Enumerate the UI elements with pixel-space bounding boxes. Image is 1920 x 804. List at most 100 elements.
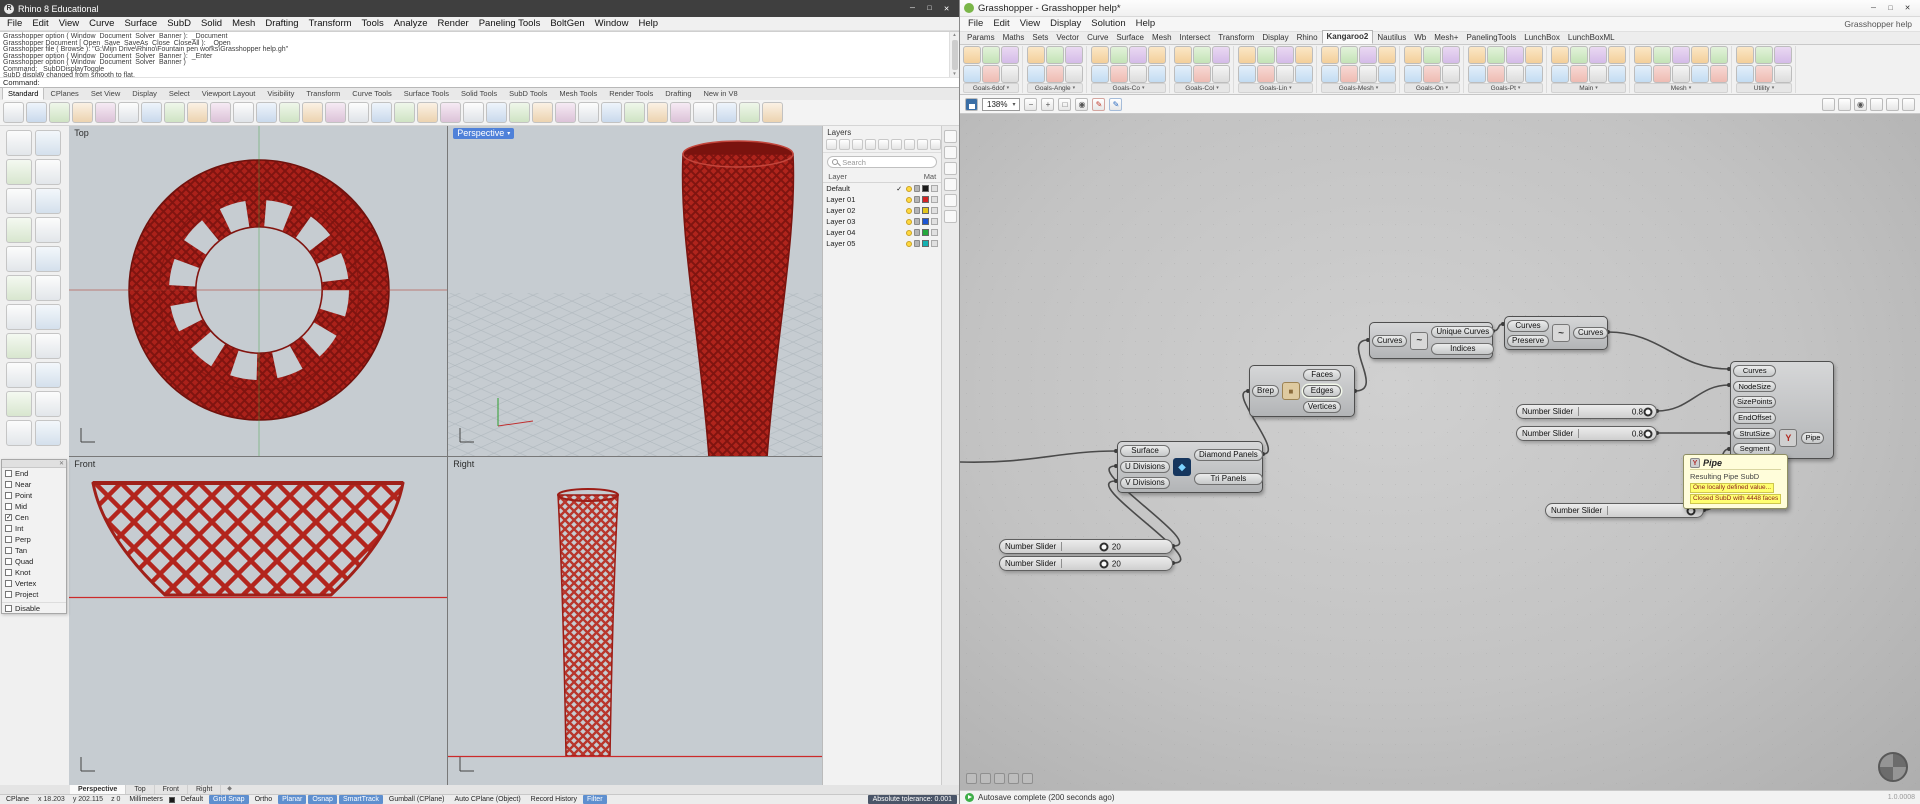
tool-icon[interactable] bbox=[35, 275, 61, 301]
layers-toolbar-icon[interactable] bbox=[865, 139, 877, 150]
close-icon[interactable] bbox=[1899, 2, 1916, 15]
layer-material-swatch[interactable] bbox=[931, 218, 939, 225]
preserve-curves-node[interactable]: Curves Preserve Curves bbox=[1504, 316, 1609, 350]
pipe-input-sizepoints[interactable]: SizePoints bbox=[1733, 396, 1777, 408]
rhino-menu-item[interactable]: Analyze bbox=[389, 17, 433, 31]
component-icon[interactable] bbox=[1487, 65, 1505, 84]
osnap-option[interactable]: Quad bbox=[2, 556, 66, 567]
canvas-widget-icon[interactable] bbox=[1022, 773, 1033, 784]
layer-color-swatch[interactable] bbox=[922, 218, 930, 225]
save-icon[interactable] bbox=[965, 97, 978, 111]
toolbar-icon[interactable] bbox=[693, 102, 714, 123]
layers-toolbar-icon[interactable] bbox=[917, 139, 929, 150]
layer-lock-icon[interactable] bbox=[914, 218, 921, 225]
osnap-checkbox[interactable] bbox=[5, 591, 12, 598]
toolbar-icon[interactable] bbox=[509, 102, 530, 123]
component-icon[interactable] bbox=[1653, 65, 1671, 84]
osnap-option[interactable]: Vertex bbox=[2, 578, 66, 589]
rhino-menu-item[interactable]: Solid bbox=[196, 17, 227, 31]
number-slider-strutsize[interactable]: Number Slider 0.8 bbox=[1516, 426, 1657, 441]
brep-input[interactable]: Brep bbox=[1252, 385, 1279, 397]
slider-grip[interactable] bbox=[1099, 542, 1109, 551]
layer-name[interactable]: Layer 05 bbox=[826, 239, 894, 248]
layer-color-swatch[interactable] bbox=[922, 229, 930, 236]
component-icon[interactable] bbox=[1506, 65, 1524, 84]
preserve-input-curves[interactable]: Curves bbox=[1507, 319, 1550, 332]
ribbon-group-label[interactable]: Mesh bbox=[1634, 83, 1728, 93]
component-icon[interactable] bbox=[1589, 65, 1607, 84]
grasshopper-menu-item[interactable]: Help bbox=[1131, 17, 1161, 31]
toolbar-icon[interactable] bbox=[647, 102, 668, 123]
panels-output-tri[interactable]: Tri Panels bbox=[1194, 473, 1263, 485]
layer-color-swatch[interactable] bbox=[922, 196, 930, 203]
component-icon[interactable] bbox=[1736, 65, 1754, 84]
layer-lock-icon[interactable] bbox=[914, 185, 921, 192]
pipe-input-curves[interactable]: Curves bbox=[1733, 365, 1777, 377]
multipipe-node[interactable]: Curves NodeSize SizePoints EndOffset Str… bbox=[1730, 361, 1834, 459]
slider-grip[interactable] bbox=[1099, 559, 1109, 568]
component-icon[interactable] bbox=[1710, 65, 1728, 84]
component-icon[interactable] bbox=[1423, 65, 1441, 84]
component-icon[interactable] bbox=[1487, 46, 1505, 65]
component-icon[interactable] bbox=[1295, 65, 1313, 84]
component-icon[interactable] bbox=[1404, 65, 1422, 84]
toolbar-tab[interactable]: New in V8 bbox=[698, 87, 744, 100]
component-icon[interactable] bbox=[1774, 65, 1792, 84]
osnap-checkbox[interactable] bbox=[5, 580, 12, 587]
component-icon[interactable] bbox=[1065, 65, 1083, 84]
canvas-widget-icon[interactable] bbox=[1008, 773, 1019, 784]
component-icon[interactable] bbox=[1046, 65, 1064, 84]
osnap-checkbox[interactable] bbox=[5, 513, 12, 521]
tool-icon[interactable] bbox=[6, 391, 32, 417]
component-icon[interactable] bbox=[1359, 46, 1377, 65]
tool-icon[interactable] bbox=[6, 362, 32, 388]
toolbar-icon[interactable] bbox=[555, 102, 576, 123]
tool-icon[interactable] bbox=[35, 130, 61, 156]
toolbar-icon[interactable] bbox=[210, 102, 231, 123]
tool-icon[interactable] bbox=[35, 391, 61, 417]
layer-material-swatch[interactable] bbox=[931, 229, 939, 236]
osnap-checkbox[interactable] bbox=[5, 547, 12, 554]
component-icon[interactable] bbox=[1634, 65, 1652, 84]
pipe-input-strutsize[interactable]: StrutSize bbox=[1733, 427, 1777, 440]
unique-output-curves[interactable]: Unique Curves bbox=[1431, 326, 1495, 339]
preview-off-icon[interactable] bbox=[1854, 97, 1867, 111]
layer-lock-icon[interactable] bbox=[914, 196, 921, 203]
osnap-panel-header[interactable]: ✕ bbox=[2, 460, 66, 468]
rhino-menu-item[interactable]: View bbox=[54, 17, 84, 31]
layer-color-swatch[interactable] bbox=[922, 240, 930, 247]
maximize-icon[interactable] bbox=[921, 2, 938, 15]
component-tab[interactable]: LunchBoxML bbox=[1564, 32, 1619, 44]
component-tab[interactable]: Transform bbox=[1214, 32, 1258, 44]
ribbon-group-label[interactable]: Goals-Mesh bbox=[1321, 83, 1396, 93]
deconstruct-brep-node[interactable]: Brep Faces Edges Vertices bbox=[1249, 365, 1355, 417]
layers-toolbar-icon[interactable] bbox=[904, 139, 916, 150]
layer-material-swatch[interactable] bbox=[931, 240, 939, 247]
component-icon[interactable] bbox=[1091, 65, 1109, 84]
toolbar-icon[interactable] bbox=[95, 102, 116, 123]
tool-icon[interactable] bbox=[35, 217, 61, 243]
toolbar-icon[interactable] bbox=[624, 102, 645, 123]
ribbon-group-label[interactable]: Goals-Lin bbox=[1238, 83, 1313, 93]
preview-eye-icon[interactable] bbox=[1075, 97, 1089, 111]
tool-icon[interactable] bbox=[35, 362, 61, 388]
minimize-icon[interactable] bbox=[904, 2, 921, 15]
component-icon[interactable] bbox=[1468, 65, 1486, 84]
osnap-disable-option[interactable]: Disable bbox=[2, 602, 66, 613]
component-icon[interactable] bbox=[1174, 46, 1192, 65]
display-toggle-icon[interactable] bbox=[1870, 97, 1883, 111]
toolbar-icon[interactable] bbox=[233, 102, 254, 123]
component-tab[interactable]: Wb bbox=[1410, 32, 1430, 44]
osnap-checkbox[interactable] bbox=[5, 525, 12, 532]
rhino-menu-item[interactable]: Help bbox=[633, 17, 663, 31]
new-viewport-icon[interactable] bbox=[221, 785, 238, 794]
component-icon[interactable] bbox=[963, 46, 981, 65]
panel-tab-icon[interactable] bbox=[944, 178, 958, 191]
zoom-out-icon[interactable] bbox=[1024, 97, 1038, 111]
status-toggle[interactable]: Gumball (CPlane) bbox=[385, 795, 449, 804]
osnap-checkbox[interactable] bbox=[5, 492, 12, 499]
tool-icon[interactable] bbox=[35, 333, 61, 359]
panel-tab-icon[interactable] bbox=[944, 194, 958, 207]
osnap-checkbox[interactable] bbox=[5, 503, 12, 510]
osnap-checkbox[interactable] bbox=[5, 470, 12, 477]
